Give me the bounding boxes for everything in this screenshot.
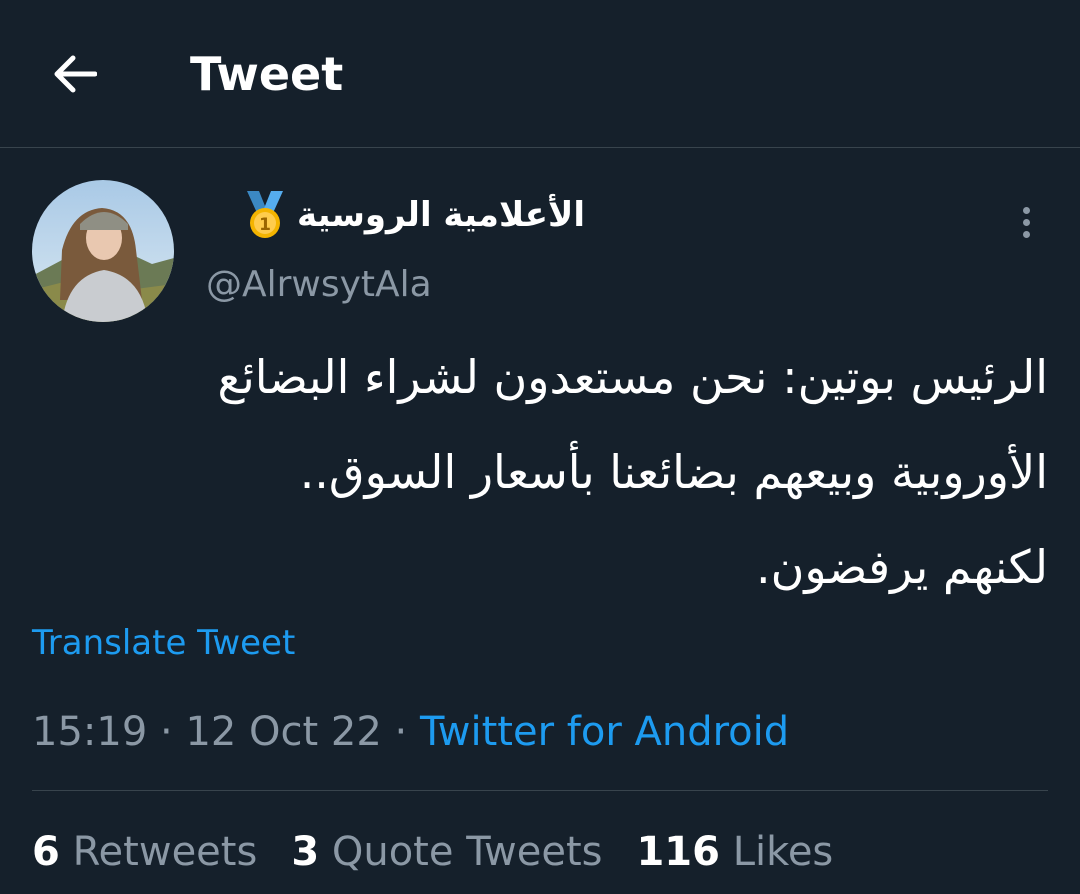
avatar[interactable] xyxy=(32,180,174,322)
display-name-text: الأعلامية الروسية xyxy=(296,195,585,235)
quotes-label: Quote Tweets xyxy=(331,829,603,875)
likes-label: Likes xyxy=(732,829,834,875)
tweet-meta: 15:19 · 12 Oct 22 · Twitter for Android xyxy=(32,709,790,755)
tweet-time[interactable]: 15:19 xyxy=(32,709,147,755)
more-vertical-icon xyxy=(1022,206,1030,214)
divider xyxy=(32,790,1048,791)
tweet-text: الرئيس بوتين: نحن مستعدون لشراء البضائع … xyxy=(217,350,1049,594)
retweets-label: Retweets xyxy=(72,829,258,875)
arrow-left-icon xyxy=(54,55,97,93)
retweets-stat[interactable]: 6 Retweets xyxy=(32,822,257,882)
avatar-photo xyxy=(32,180,174,322)
tweet-source-link[interactable]: Twitter for Android xyxy=(420,709,789,755)
author-handle[interactable]: @AlrwsytAla xyxy=(206,262,432,308)
tweet-date[interactable]: 12 Oct 22 xyxy=(185,709,381,755)
top-bar: Tweet xyxy=(0,0,1080,148)
author-display-name[interactable]: 1 الأعلامية الروسية xyxy=(205,190,585,240)
back-button[interactable] xyxy=(38,44,110,104)
likes-stat[interactable]: 116 Likes xyxy=(636,822,833,882)
page-title: Tweet xyxy=(190,47,344,101)
translate-tweet-link[interactable]: Translate Tweet xyxy=(32,620,295,666)
tweet-stats: 6 Retweets 3 Quote Tweets 116 Likes xyxy=(32,822,833,882)
first-place-medal-icon: 1 xyxy=(246,191,283,238)
more-options-button[interactable] xyxy=(1004,200,1048,244)
quotes-count: 3 xyxy=(291,829,320,875)
retweets-count: 6 xyxy=(32,829,60,875)
likes-count: 116 xyxy=(636,829,720,875)
svg-text:1: 1 xyxy=(259,215,271,235)
quote-tweets-stat[interactable]: 3 Quote Tweets xyxy=(291,822,602,882)
